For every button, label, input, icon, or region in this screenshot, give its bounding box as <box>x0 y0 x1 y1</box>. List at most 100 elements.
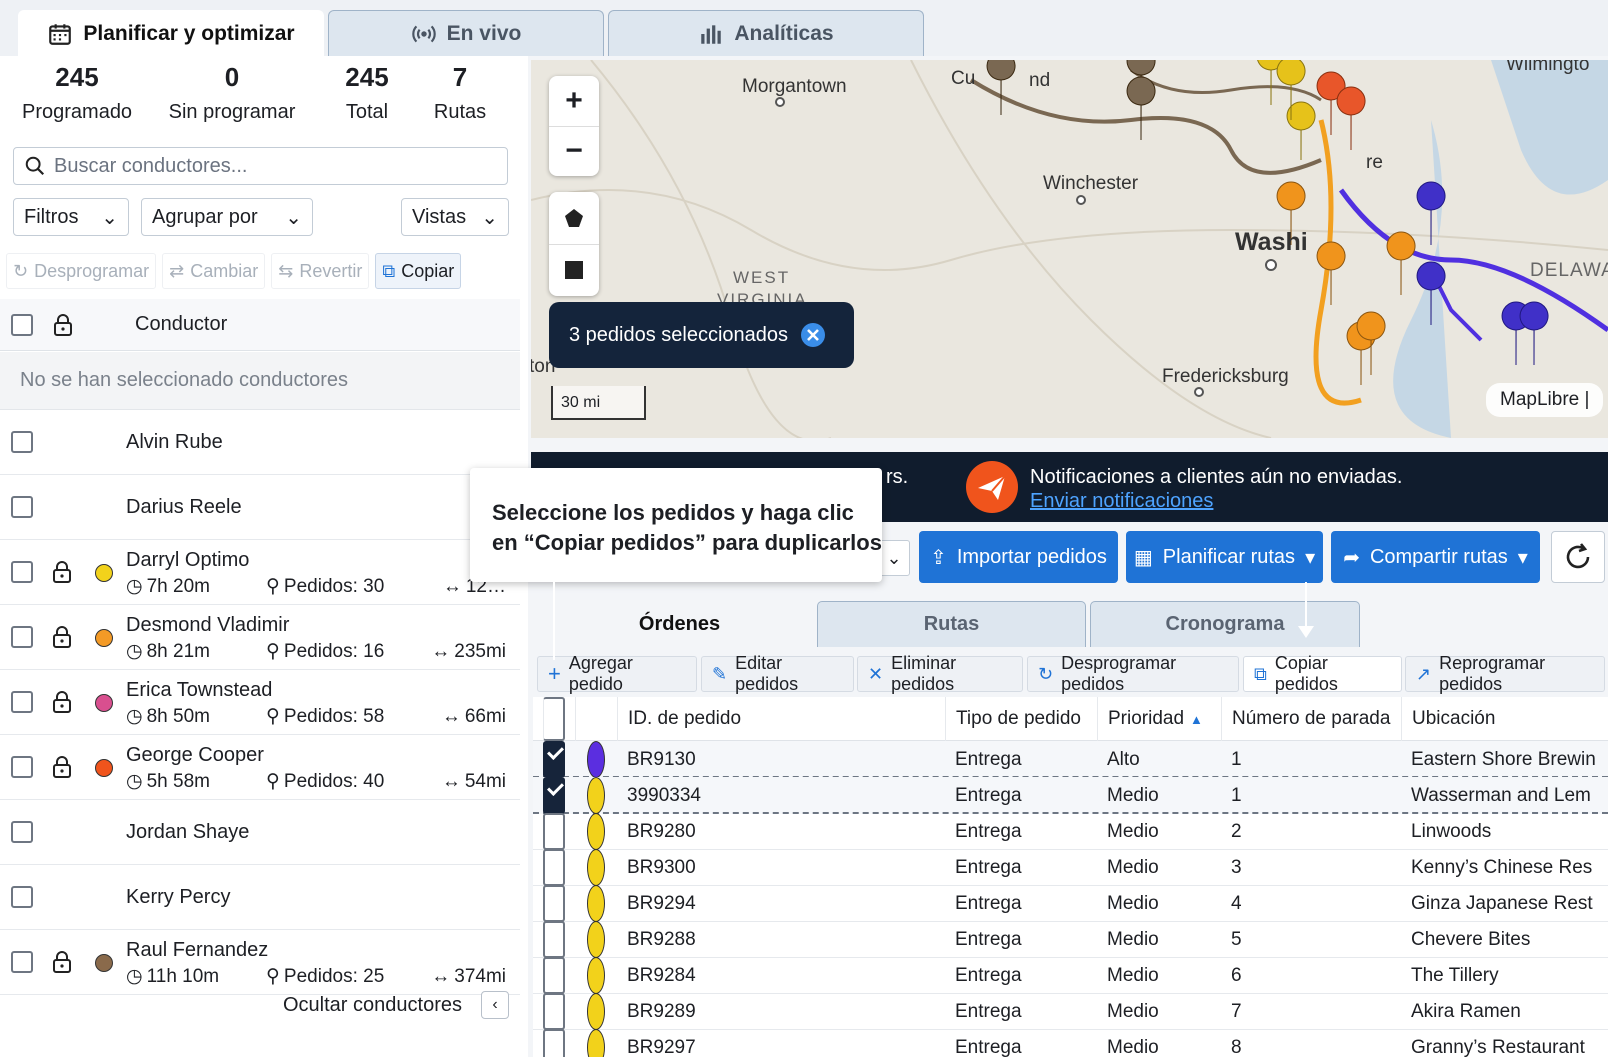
map-label: WEST <box>733 268 791 287</box>
order-checkbox[interactable] <box>543 849 565 886</box>
toolbar-dropdown-stub[interactable]: ⌄ <box>878 540 910 576</box>
close-icon[interactable] <box>800 322 826 348</box>
driver-checkbox[interactable] <box>11 886 33 908</box>
order-row[interactable]: 3990334 Entrega Medio 1 Wasserman and Lem <box>533 777 1608 814</box>
button-label: Eliminar pedidos <box>891 653 957 694</box>
order-row[interactable]: BR9289 Entrega Medio 7 Akira Ramen <box>533 993 1608 1030</box>
order-checkbox[interactable] <box>543 993 565 1030</box>
refresh-button[interactable] <box>1551 531 1605 583</box>
hide-drivers-label[interactable]: Ocultar conductores <box>283 994 462 1017</box>
location-column-header[interactable]: Ubicación <box>1401 697 1608 741</box>
order-row[interactable]: BR9284 Entrega Medio 6 The Tillery <box>533 957 1608 994</box>
zoom-out-button[interactable]: − <box>549 127 599 177</box>
orders-table-header: ID. de pedido Tipo de pedido Prioridad ▲ … <box>533 697 1608 741</box>
order-location: Kenny’s Chinese Res <box>1411 856 1593 878</box>
unschedule-orders-button[interactable]: ↻ Desprogramar pedidos <box>1027 653 1239 694</box>
driver-row[interactable]: Kerry Percy <box>0 866 520 930</box>
driver-orders: ⚲ Pedidos: 16 <box>266 640 416 663</box>
driver-row[interactable]: George Cooper ◷ 5h 58m ⚲ Pedidos: 40 ↔ 54mi <box>0 736 520 800</box>
driver-row[interactable]: Alvin Rube <box>0 411 520 475</box>
order-id-column-header[interactable]: ID. de pedido <box>617 697 945 741</box>
polygon-tool-button[interactable] <box>549 192 599 245</box>
driver-checkbox[interactable] <box>11 431 33 453</box>
map-view[interactable]: Morgantown Winchester Washi WEST VIRGINI… <box>531 60 1608 438</box>
lock-icon[interactable] <box>52 756 72 783</box>
tab-routes[interactable]: Rutas <box>817 601 1086 647</box>
select-all-orders-checkbox[interactable] <box>543 697 565 741</box>
unschedule-driver-button[interactable]: ↻ Desprogramar <box>6 253 157 289</box>
distance-icon: ↔ <box>441 770 461 792</box>
views-dropdown[interactable]: Vistas ⌄ <box>401 198 509 236</box>
order-row[interactable]: BR9288 Entrega Medio 5 Chevere Bites <box>533 921 1608 958</box>
change-driver-button[interactable]: ⇄ Cambiar <box>162 253 266 289</box>
collapse-panel-button[interactable]: ‹ <box>481 991 509 1019</box>
order-color-dot <box>587 885 605 922</box>
select-all-drivers-checkbox[interactable] <box>11 313 33 336</box>
order-id: BR9288 <box>627 928 696 950</box>
order-checkbox[interactable] <box>543 921 565 958</box>
tooltip-line: en “Copiar pedidos” para duplicarlos <box>492 530 882 555</box>
order-checkbox[interactable] <box>543 1029 565 1057</box>
tab-analytics[interactable]: Analíticas <box>608 10 924 56</box>
delete-orders-button[interactable]: ✕ Eliminar pedidos <box>857 653 1023 694</box>
order-type-column-header[interactable]: Tipo de pedido <box>945 697 1097 741</box>
filters-dropdown[interactable]: Filtros ⌄ <box>13 198 129 236</box>
driver-distance: ↔ 54mi <box>416 771 506 793</box>
search-icon <box>25 156 45 176</box>
tab-schedule[interactable]: Cronograma <box>1090 601 1360 647</box>
driver-row[interactable]: Desmond Vladimir ◷ 8h 21m ⚲ Pedidos: 16 ↔ 235m… <box>0 606 520 670</box>
edit-orders-button[interactable]: ✎ Editar pedidos <box>701 653 854 694</box>
tab-orders[interactable]: Órdenes <box>541 601 818 647</box>
copy-driver-button[interactable]: ⧉ Copiar <box>375 253 462 289</box>
order-color-dot <box>587 957 605 994</box>
order-checkbox[interactable] <box>543 885 565 922</box>
order-checkbox[interactable] <box>543 957 565 994</box>
order-checkbox[interactable] <box>543 741 565 778</box>
driver-row[interactable]: Jordan Shaye <box>0 801 520 865</box>
zoom-controls: + − <box>549 76 599 176</box>
tab-plan-optimize[interactable]: Planificar y optimizar <box>18 10 324 56</box>
share-routes-button[interactable]: ➦ Compartir rutas ▾ <box>1331 531 1540 583</box>
add-order-button[interactable]: + Agregar pedido <box>537 653 697 694</box>
copy-orders-button[interactable]: ⧉ Copiar pedidos <box>1243 653 1402 694</box>
driver-checkbox[interactable] <box>11 691 33 713</box>
revert-button[interactable]: ⇆ Revertir <box>271 253 370 289</box>
priority-column-header[interactable]: Prioridad ▲ <box>1097 697 1221 741</box>
tab-live[interactable]: En vivo <box>328 10 604 56</box>
order-row[interactable]: BR9300 Entrega Medio 3 Kenny’s Chinese Res <box>533 849 1608 886</box>
driver-row[interactable]: Darryl Optimo ◷ 7h 20m ⚲ Pedidos: 30 ↔ 12… <box>0 541 520 605</box>
search-input[interactable] <box>54 154 494 178</box>
order-row[interactable]: BR9280 Entrega Medio 2 Linwoods <box>533 813 1608 850</box>
driver-row[interactable]: Darius Reele <box>0 476 520 540</box>
map-attribution[interactable]: MapLibre | <box>1486 383 1604 417</box>
send-notifications-link[interactable]: Enviar notificaciones <box>1030 490 1213 513</box>
lock-icon[interactable] <box>52 561 72 588</box>
driver-checkbox[interactable] <box>11 561 33 583</box>
zoom-in-button[interactable]: + <box>549 76 599 127</box>
import-orders-button[interactable]: ⇪ Importar pedidos <box>919 531 1118 583</box>
driver-checkbox[interactable] <box>11 821 33 843</box>
lock-icon[interactable] <box>52 626 72 653</box>
lock-icon[interactable] <box>53 313 73 336</box>
order-checkbox[interactable] <box>543 777 565 814</box>
lock-icon[interactable] <box>52 951 72 978</box>
rectangle-tool-button[interactable] <box>549 245 599 297</box>
driver-checkbox[interactable] <box>11 496 33 518</box>
driver-name: Desmond Vladimir <box>126 614 290 636</box>
order-checkbox[interactable] <box>543 813 565 850</box>
driver-checkbox[interactable] <box>11 626 33 648</box>
draw-controls <box>549 192 599 296</box>
lock-icon[interactable] <box>52 691 72 718</box>
driver-checkbox[interactable] <box>11 951 33 973</box>
reschedule-orders-button[interactable]: ↗ Reprogramar pedidos <box>1405 653 1605 694</box>
driver-row[interactable]: Raul Fernandez ◷ 11h 10m ⚲ Pedidos: 25 ↔ 374mi <box>0 931 520 995</box>
order-row[interactable]: BR9297 Entrega Medio 8 Granny’s Restaurant <box>533 1029 1608 1057</box>
driver-checkbox[interactable] <box>11 756 33 778</box>
order-row[interactable]: BR9130 Entrega Alto 1 Eastern Shore Brewin <box>533 741 1608 778</box>
stop-number-column-header[interactable]: Número de parada <box>1221 697 1401 741</box>
duration-value: 8h 50m <box>146 705 210 727</box>
plan-routes-button[interactable]: ▦ Planificar rutas ▾ <box>1126 531 1323 583</box>
group-by-dropdown[interactable]: Agrupar por ⌄ <box>141 198 313 236</box>
driver-row[interactable]: Erica Townstead ◷ 8h 50m ⚲ Pedidos: 58 ↔ 66mi <box>0 671 520 735</box>
order-row[interactable]: BR9294 Entrega Medio 4 Ginza Japanese Rest <box>533 885 1608 922</box>
